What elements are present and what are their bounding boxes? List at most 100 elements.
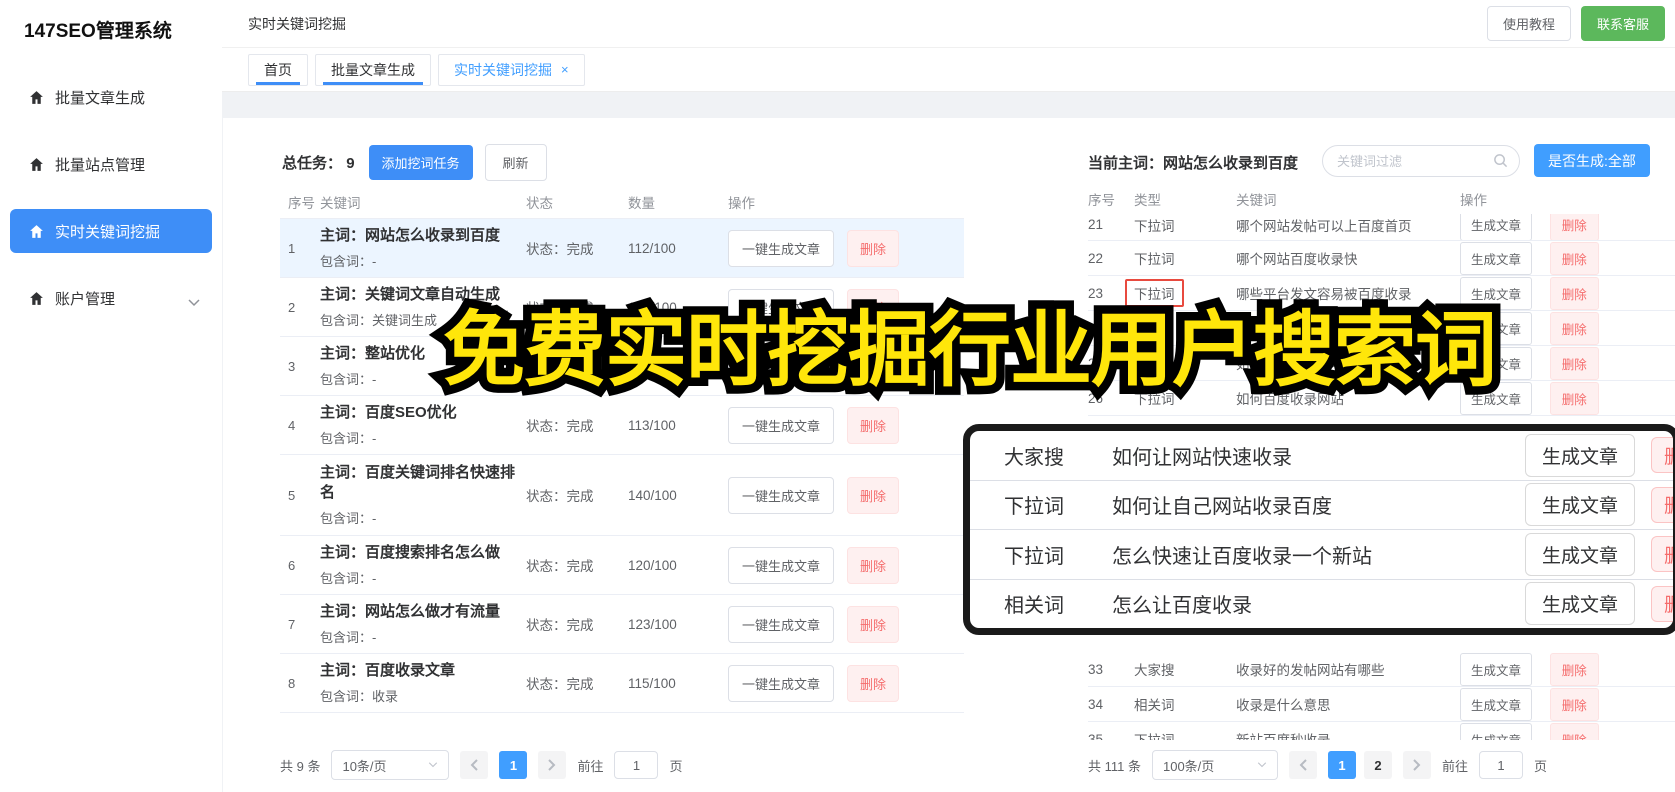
generate-article-button[interactable]: 生成文章 [1460,346,1533,380]
contact-support-button[interactable]: 联系客服 [1580,6,1665,41]
task-row[interactable]: 4 主词：百度SEO优化 包含词：- 状态：完成 113/100 一键生成文章 … [280,396,964,455]
task-row[interactable]: 3 主词：整站优化 包含词：- 状态：完成 一键生成文章 删除 [280,337,964,396]
delete-button-clipped[interactable]: 删除 [1651,585,1673,622]
generate-article-button[interactable]: 生成文章 [1460,276,1533,310]
delete-button[interactable]: 删除 [1549,381,1599,415]
delete-button[interactable]: 删除 [1549,652,1599,686]
generate-article-button[interactable]: 生成文章 [1524,433,1635,477]
goto-page-input[interactable] [1479,751,1523,779]
delete-button[interactable]: 删除 [847,664,900,702]
keyword-row[interactable]: 34 相关词 收录是什么意思 生成文章 删除 [1088,687,1675,722]
keyword-row[interactable]: 26 下拉词 如何百度收录网站 生成文章 删除 [1088,381,1675,416]
page-size-select[interactable]: 100条/页 [1151,750,1278,780]
delete-button[interactable]: 删除 [847,476,900,514]
col-status: 状态 [526,196,553,211]
generate-article-button[interactable]: 生成文章 [1524,532,1635,576]
generate-article-button[interactable]: 一键生成文章 [728,476,835,514]
delete-button[interactable]: 删除 [847,347,900,385]
next-page-button[interactable] [1402,751,1431,779]
keyword-type: 相关词 [1004,595,1064,618]
col-actions: 操作 [728,196,755,211]
sidebar-item-2[interactable]: 实时关键词挖掘 [10,209,212,253]
refresh-button[interactable]: 刷新 [484,144,547,181]
keyword-text: 如何让自己网站收录百度 [1112,496,1332,519]
delete-button[interactable]: 删除 [847,605,900,643]
generate-article-button[interactable]: 一键生成文章 [728,664,835,702]
keyword-row[interactable]: 35 下拉词 新站百度秒收录 生成文章 删除 [1088,722,1675,740]
keyword-row[interactable]: 25 大家搜 如何让网站快速收录 生成文章 删除 [1088,346,1675,381]
keyword-row[interactable]: 21 下拉词 哪个网站发帖可以上百度首页 生成文章 删除 [1088,214,1675,241]
delete-button[interactable]: 删除 [1549,722,1599,740]
generate-article-button[interactable]: 生成文章 [1524,483,1635,527]
delete-button[interactable]: 删除 [1549,346,1599,380]
sidebar-item-3[interactable]: 账户管理 [10,276,212,320]
generate-article-button[interactable]: 生成文章 [1460,687,1533,721]
task-row[interactable]: 6 主词：百度搜索排名怎么做 包含词：- 状态：完成 120/100 一键生成文… [280,536,964,595]
generate-article-button[interactable]: 一键生成文章 [728,229,835,267]
contains-words: 包含词：收录 [320,689,399,705]
task-row[interactable]: 1 主词：网站怎么收录到百度 包含词：- 状态：完成 112/100 一键生成文… [280,219,964,278]
delete-button[interactable]: 删除 [1549,214,1599,240]
generate-article-button[interactable]: 生成文章 [1460,722,1533,740]
delete-button-clipped[interactable]: 删除 [1651,536,1673,573]
task-row[interactable]: 2 主词：关键词文章自动生成 包含词：关键词生成 状态：完成 100/100 一… [280,278,964,337]
generate-article-button[interactable]: 一键生成文章 [728,288,835,326]
keyword-filter [1322,145,1520,177]
keyword-type: 下拉词 [1004,496,1064,519]
task-row[interactable]: 8 主词：百度收录文章 包含词：收录 状态：完成 115/100 一键生成文章 … [280,654,964,713]
delete-button-clipped[interactable]: 删除 [1651,437,1673,474]
page-button-2[interactable]: 2 [1363,751,1392,779]
task-row[interactable]: 7 主词：网站怎么做才有流量 包含词：- 状态：完成 123/100 一键生成文… [280,595,964,654]
task-row[interactable]: 5 主词：百度关键词排名快速排名 包含词：- 状态：完成 140/100 一键生… [280,455,964,536]
delete-button[interactable]: 删除 [847,229,900,267]
generate-article-button[interactable]: 生成文章 [1460,311,1533,345]
page-button-1[interactable]: 1 [499,751,528,779]
delete-button[interactable]: 删除 [847,406,900,444]
tutorial-button[interactable]: 使用教程 [1486,6,1571,41]
generate-article-button[interactable]: 一键生成文章 [728,546,835,584]
keyword-filter-input[interactable] [1322,145,1520,177]
generate-article-button[interactable]: 一键生成文章 [728,406,835,444]
row-index: 6 [288,557,296,573]
generate-article-button[interactable]: 生成文章 [1460,214,1533,240]
generate-article-button[interactable]: 生成文章 [1460,241,1533,275]
sidebar-item-1[interactable]: 批量站点管理 [10,142,212,186]
generate-article-button[interactable]: 生成文章 [1524,582,1635,626]
tab-label: 实时关键词挖掘 [454,61,552,78]
keyword-row[interactable]: 24 下拉词 如何让自己网站收录百度 生成文章 删除 [1088,311,1675,346]
keyword-row[interactable]: 23 下拉词 哪些平台发文容易被百度收录 生成文章 删除 [1088,276,1675,311]
sidebar-item-0[interactable]: 批量文章生成 [10,75,212,119]
prev-page-button[interactable] [1288,751,1317,779]
tab[interactable]: 批量文章生成 [315,53,431,86]
prev-page-button[interactable] [460,751,489,779]
tab[interactable]: 实时关键词挖掘 × [438,53,585,86]
delete-button-clipped[interactable]: 删除 [1651,486,1673,523]
delete-button[interactable]: 删除 [1549,276,1599,310]
generate-article-button[interactable]: 一键生成文章 [728,605,835,643]
generate-article-button[interactable]: 生成文章 [1460,652,1533,686]
tab[interactable]: 首页 [248,53,308,86]
home-icon [28,89,45,106]
delete-button[interactable]: 删除 [1549,241,1599,275]
keyword-text: 如何让网站快速收录 [1236,357,1358,372]
generate-article-button[interactable]: 生成文章 [1460,381,1533,415]
close-icon[interactable]: × [561,62,569,77]
count-value: 113/100 [628,417,676,433]
add-task-button[interactable]: 添加挖词任务 [368,145,473,180]
delete-button[interactable]: 删除 [1549,687,1599,721]
generate-all-button[interactable]: 是否生成:全部 [1534,144,1650,177]
delete-button[interactable]: 删除 [1549,311,1599,345]
page-button-1[interactable]: 1 [1327,751,1356,779]
generate-article-button[interactable]: 一键生成文章 [728,347,835,385]
goto-page-input[interactable] [614,751,659,779]
keyword-row[interactable]: 22 下拉词 哪个网站百度收录快 生成文章 删除 [1088,241,1675,276]
chevron-down-icon [429,762,438,768]
page-size-select[interactable]: 10条/页 [331,750,450,780]
delete-button[interactable]: 删除 [847,288,900,326]
next-page-button[interactable] [538,751,567,779]
delete-button[interactable]: 删除 [847,546,900,584]
col-keyword: 关键词 [1236,193,1277,208]
main-keyword: 主词：关键词文章自动生成 [320,285,501,303]
keyword-row[interactable]: 33 大家搜 收录好的发帖网站有哪些 生成文章 删除 [1088,652,1675,687]
row-index: 8 [288,675,296,691]
